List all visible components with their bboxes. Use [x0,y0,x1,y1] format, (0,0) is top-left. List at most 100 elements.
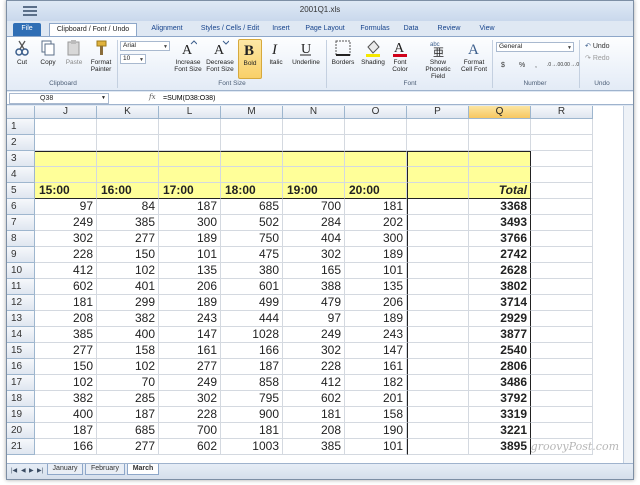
cell-l15[interactable]: 161 [159,343,221,359]
cell-o13[interactable]: 189 [345,311,407,327]
cell-l21[interactable]: 602 [159,439,221,455]
format-painter-button[interactable]: Format Painter [87,39,115,73]
cell-n9[interactable]: 302 [283,247,345,263]
cell-l9[interactable]: 101 [159,247,221,263]
cell-k7[interactable]: 385 [97,215,159,231]
cell-o2[interactable] [345,135,407,151]
cell-k5[interactable]: 16:00 [97,183,159,199]
cell-k17[interactable]: 70 [97,375,159,391]
cell-j16[interactable]: 150 [35,359,97,375]
cell-n7[interactable]: 284 [283,215,345,231]
cell-m16[interactable]: 187 [221,359,283,375]
cell-j18[interactable]: 382 [35,391,97,407]
column-header-m[interactable]: M [221,106,283,119]
name-box[interactable]: Q38 ▼ [9,93,109,104]
cell-r13[interactable] [531,311,593,327]
copy-button[interactable]: Copy [37,39,59,66]
vertical-scrollbar[interactable] [623,106,633,463]
row-header-12[interactable]: 12 [7,295,35,311]
cell-k6[interactable]: 84 [97,199,159,215]
cell-j5[interactable]: 15:00 [35,183,97,199]
font-color-button[interactable]: A Font Color [389,39,411,73]
tab-formulas[interactable]: Formulas [355,23,395,36]
cell-r4[interactable] [531,167,593,183]
column-header-k[interactable]: K [97,106,159,119]
cell-n8[interactable]: 404 [283,231,345,247]
cell-o4[interactable] [345,167,407,183]
cell-l4[interactable] [159,167,221,183]
cell-r14[interactable] [531,327,593,343]
cell-p20[interactable] [407,423,469,439]
tab-data[interactable]: Data [399,23,423,36]
cell-q6[interactable]: 3368 [469,199,531,215]
cell-n20[interactable]: 208 [283,423,345,439]
cell-q2[interactable] [469,135,531,151]
column-header-n[interactable]: N [283,106,345,119]
bold-button[interactable]: B Bold [238,39,262,79]
cell-l1[interactable] [159,119,221,135]
row-header-16[interactable]: 16 [7,359,35,375]
cell-m15[interactable]: 166 [221,343,283,359]
insert-function-icon[interactable]: fx [149,93,156,101]
row-header-7[interactable]: 7 [7,215,35,231]
cell-q10[interactable]: 2628 [469,263,531,279]
column-header-p[interactable]: P [407,106,469,119]
cell-n4[interactable] [283,167,345,183]
cell-o16[interactable]: 161 [345,359,407,375]
cell-j1[interactable] [35,119,97,135]
cell-q12[interactable]: 3714 [469,295,531,311]
cell-q17[interactable]: 3486 [469,375,531,391]
row-header-2[interactable]: 2 [7,135,35,151]
cell-k14[interactable]: 400 [97,327,159,343]
row-header-21[interactable]: 21 [7,439,35,455]
cell-r3[interactable] [531,151,593,167]
cell-j6[interactable]: 97 [35,199,97,215]
cell-p21[interactable] [407,439,469,455]
column-header-o[interactable]: O [345,106,407,119]
shading-button[interactable]: Shading [359,39,387,66]
cell-m11[interactable]: 601 [221,279,283,295]
cell-k4[interactable] [97,167,159,183]
cell-n11[interactable]: 388 [283,279,345,295]
cell-p18[interactable] [407,391,469,407]
select-all-corner[interactable] [7,106,35,119]
cell-p16[interactable] [407,359,469,375]
cell-q15[interactable]: 2540 [469,343,531,359]
tab-insert[interactable]: Insert [267,23,295,36]
cell-n15[interactable]: 302 [283,343,345,359]
cell-o6[interactable]: 181 [345,199,407,215]
cell-m1[interactable] [221,119,283,135]
cell-o11[interactable]: 135 [345,279,407,295]
sheet-tab-january[interactable]: January [47,464,83,475]
cell-m6[interactable]: 685 [221,199,283,215]
cell-p13[interactable] [407,311,469,327]
cell-o18[interactable]: 201 [345,391,407,407]
cell-r17[interactable] [531,375,593,391]
cell-m20[interactable]: 181 [221,423,283,439]
cell-n10[interactable]: 165 [283,263,345,279]
cell-o10[interactable]: 101 [345,263,407,279]
cell-o14[interactable]: 243 [345,327,407,343]
cell-j20[interactable]: 187 [35,423,97,439]
cell-j4[interactable] [35,167,97,183]
cell-k11[interactable]: 401 [97,279,159,295]
cell-n6[interactable]: 700 [283,199,345,215]
cut-button[interactable]: Cut [11,39,33,66]
borders-button[interactable]: Borders [329,39,357,66]
paste-button[interactable]: Paste [63,39,85,66]
cell-r1[interactable] [531,119,593,135]
cell-k18[interactable]: 285 [97,391,159,407]
tab-alignment[interactable]: Alignment [143,23,191,36]
cell-k10[interactable]: 102 [97,263,159,279]
cell-o7[interactable]: 202 [345,215,407,231]
cell-p5[interactable] [407,183,469,199]
cell-j12[interactable]: 181 [35,295,97,311]
phonetic-field-button[interactable]: abc 亜 Show Phonetic Field [421,39,455,80]
cell-q14[interactable]: 3877 [469,327,531,343]
cell-l17[interactable]: 249 [159,375,221,391]
cell-q11[interactable]: 3802 [469,279,531,295]
cell-l19[interactable]: 228 [159,407,221,423]
cell-r10[interactable] [531,263,593,279]
row-header-1[interactable]: 1 [7,119,35,135]
cell-r18[interactable] [531,391,593,407]
